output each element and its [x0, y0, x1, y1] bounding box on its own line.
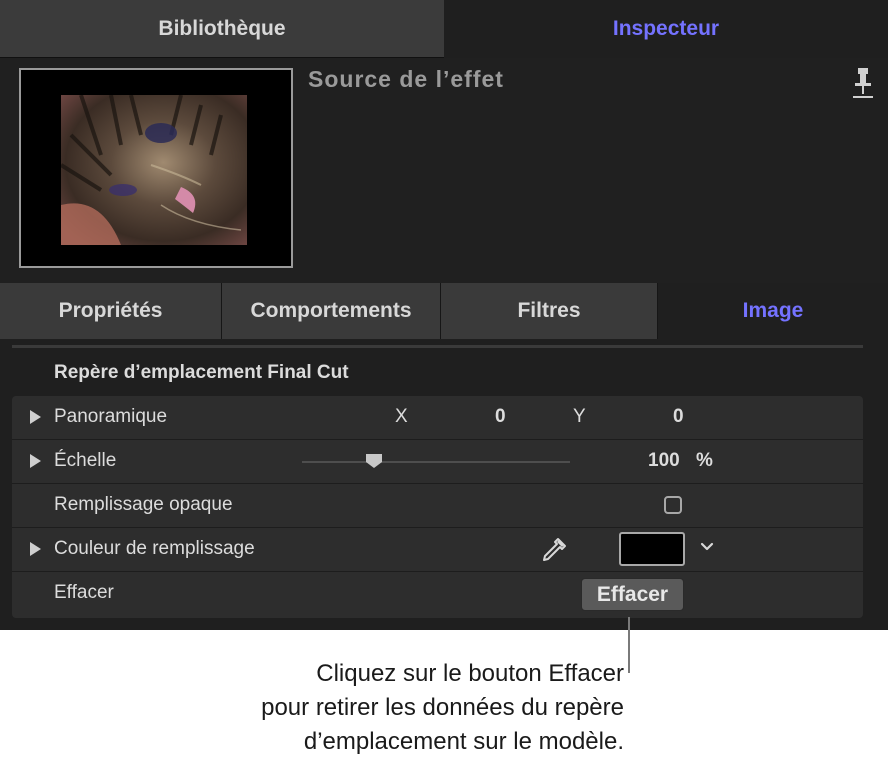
pan-label: Panoramique	[54, 406, 168, 427]
scale-value[interactable]: 100	[648, 450, 680, 472]
disclosure-triangle-icon[interactable]	[30, 410, 41, 424]
clear-button[interactable]: Effacer	[581, 578, 684, 611]
disclosure-triangle-icon[interactable]	[30, 454, 41, 468]
parameter-list: Panoramique X 0 Y 0 Échelle 100 % Rempli…	[12, 396, 863, 618]
eyedropper-icon[interactable]	[539, 535, 569, 565]
effect-thumbnail	[19, 68, 293, 268]
row-fill-color: Couleur de remplissage	[12, 528, 863, 572]
tab-behaviors[interactable]: Comportements	[222, 283, 441, 339]
tab-filters[interactable]: Filtres	[441, 283, 658, 339]
opaque-fill-checkbox[interactable]	[664, 496, 682, 514]
callout-line-1: Cliquez sur le bouton Effacer	[316, 660, 624, 687]
inspector-panel: Bibliothèque Inspecteur Source de l’effe…	[0, 0, 888, 630]
tab-inspector[interactable]: Inspecteur	[444, 0, 888, 58]
fill-color-swatch[interactable]	[619, 532, 685, 566]
tab-properties[interactable]: Propriétés	[0, 283, 222, 339]
pin-icon[interactable]	[852, 66, 874, 100]
disclosure-triangle-icon[interactable]	[30, 542, 41, 556]
pan-x-label: X	[395, 406, 408, 427]
cat-image	[61, 95, 247, 245]
row-clear: Effacer Effacer	[12, 572, 863, 616]
section-divider	[12, 345, 863, 348]
opaque-fill-label: Remplissage opaque	[54, 494, 233, 515]
callout-line-3: d’emplacement sur le modèle.	[303, 728, 624, 755]
section-title: Repère d’emplacement Final Cut	[54, 362, 349, 383]
effect-source-header: Source de l’effet	[0, 58, 888, 283]
callout-line-2: pour retirer les données du repère	[261, 694, 624, 721]
scale-slider[interactable]	[302, 461, 570, 463]
row-opaque-fill: Remplissage opaque	[12, 484, 863, 528]
pan-y-label: Y	[573, 406, 586, 427]
pan-x-value[interactable]: 0	[495, 406, 506, 428]
tab-image[interactable]: Image	[658, 283, 888, 339]
tab-library[interactable]: Bibliothèque	[0, 0, 444, 58]
inspector-sub-tabs: Propriétés Comportements Filtres Image	[0, 283, 888, 339]
effect-source-title: Source de l’effet	[308, 66, 504, 92]
top-tab-bar: Bibliothèque Inspecteur	[0, 0, 888, 58]
callout-text: Cliquez sur le bouton Effacer pour retir…	[261, 657, 624, 759]
scale-unit: %	[696, 450, 713, 471]
pan-y-value[interactable]: 0	[673, 406, 684, 428]
fill-color-label: Couleur de remplissage	[54, 538, 255, 559]
row-pan: Panoramique X 0 Y 0	[12, 396, 863, 440]
scale-label: Échelle	[54, 450, 117, 471]
callout-leader-line	[628, 617, 630, 673]
scale-slider-knob[interactable]	[364, 453, 384, 469]
clear-label: Effacer	[54, 582, 114, 603]
chevron-down-icon[interactable]	[699, 538, 715, 554]
row-scale: Échelle 100 %	[12, 440, 863, 484]
